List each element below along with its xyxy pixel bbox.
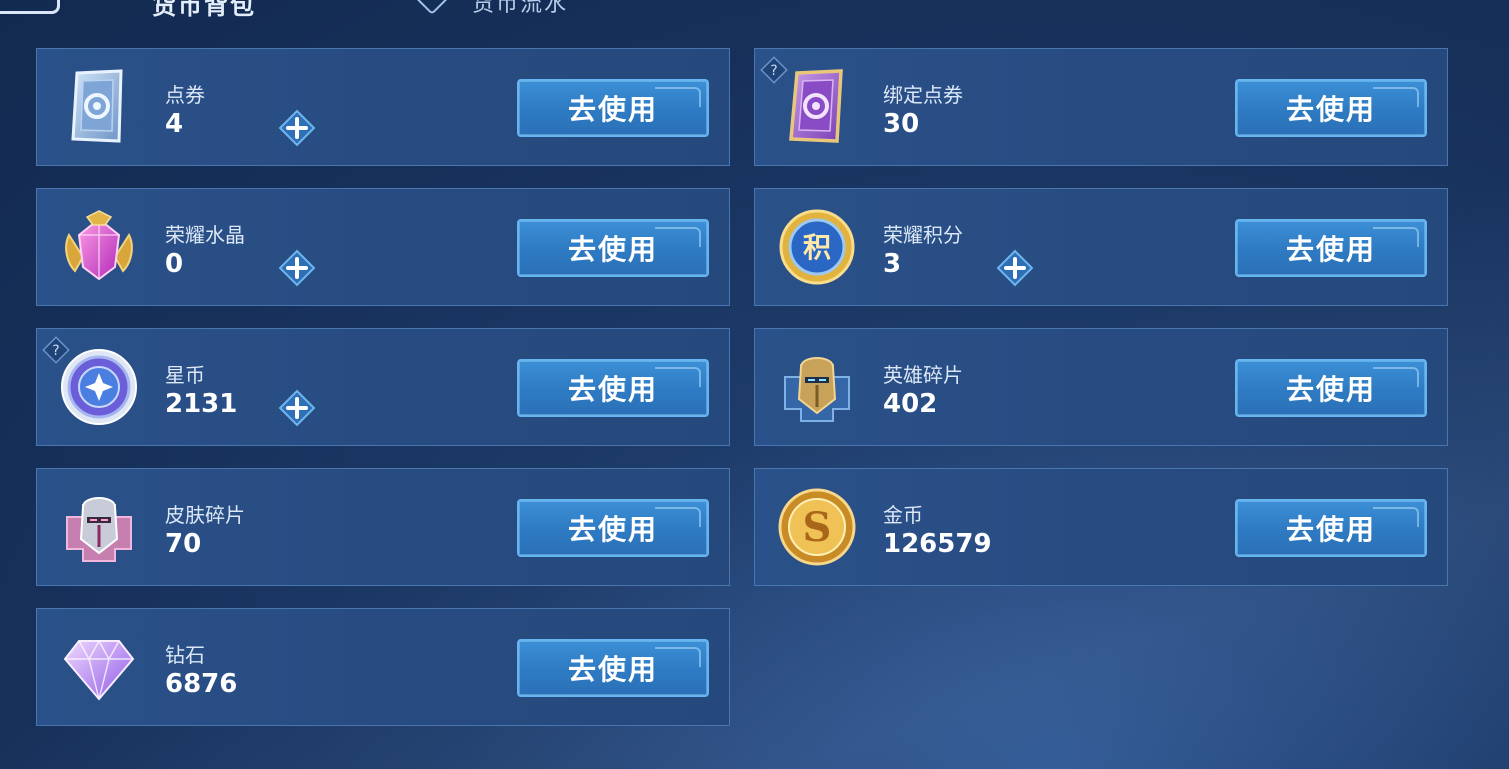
- recharge-plus-icon[interactable]: [277, 388, 317, 428]
- tab-currency-flow[interactable]: 货币流水: [472, 0, 568, 18]
- skin-fragment-icon: [66, 497, 132, 562]
- currency-label: 绑定点券: [883, 83, 963, 107]
- currency-card-bound-coupon: ? 绑定点券 30 去使用: [754, 48, 1448, 166]
- coupon-card-icon: [71, 69, 123, 143]
- currency-card-hero-fragment: 英雄碎片 402 去使用: [754, 328, 1448, 446]
- currency-card-coupon: 点券 4 去使用: [36, 48, 730, 166]
- button-sheen: [1373, 367, 1419, 387]
- tab-currency-wallet[interactable]: 货币背包: [152, 0, 256, 21]
- glory-crystal-icon: [65, 210, 133, 281]
- currency-amount: 126579: [883, 529, 992, 559]
- currency-amount: 0: [165, 249, 184, 279]
- currency-label: 点券: [165, 83, 205, 107]
- currency-amount: 30: [883, 109, 920, 139]
- glory-points-icon: 积: [779, 209, 855, 285]
- currency-card-gold-coin: S 金币 126579 去使用: [754, 468, 1448, 586]
- recharge-plus-icon[interactable]: [995, 248, 1035, 288]
- back-button[interactable]: [0, 0, 60, 14]
- use-button[interactable]: 去使用: [1235, 359, 1427, 417]
- currency-label: 英雄碎片: [883, 363, 963, 387]
- use-button[interactable]: 去使用: [1235, 219, 1427, 277]
- recharge-plus-icon[interactable]: [277, 248, 317, 288]
- currency-label: 钻石: [165, 643, 205, 667]
- use-button-label: 去使用: [1285, 93, 1376, 126]
- currency-card-star-coin: ? 星币 2131 去使用: [36, 328, 730, 446]
- top-bar: 货币背包 货币流水: [0, 0, 1509, 20]
- points-glyph: 积: [803, 231, 831, 264]
- currency-amount: 3: [883, 249, 902, 279]
- currency-card-glory-points: 积 荣耀积分 3 去使用: [754, 188, 1448, 306]
- use-button-label: 去使用: [567, 93, 658, 126]
- currency-card-glory-crystal: 荣耀水晶 0 去使用: [36, 188, 730, 306]
- use-button-label: 去使用: [1285, 233, 1376, 266]
- currency-card-skin-fragment: 皮肤碎片 70 去使用: [36, 468, 730, 586]
- use-button[interactable]: 去使用: [517, 639, 709, 697]
- currency-amount: 6876: [165, 669, 238, 699]
- currency-amount: 2131: [165, 389, 238, 419]
- currency-amount: 70: [165, 529, 202, 559]
- gold-glyph: S: [803, 504, 832, 551]
- button-sheen: [655, 367, 701, 387]
- use-button[interactable]: 去使用: [1235, 499, 1427, 557]
- button-sheen: [655, 227, 701, 247]
- star-coin-icon: [61, 349, 137, 425]
- use-button-label: 去使用: [1285, 373, 1376, 406]
- currency-label: 荣耀积分: [883, 223, 963, 247]
- use-button[interactable]: 去使用: [517, 219, 709, 277]
- currency-label: 皮肤碎片: [165, 503, 245, 527]
- recharge-plus-icon[interactable]: [277, 108, 317, 148]
- use-button[interactable]: 去使用: [1235, 79, 1427, 137]
- button-sheen: [655, 647, 701, 667]
- use-button-label: 去使用: [1285, 513, 1376, 546]
- hero-fragment-icon: [784, 357, 850, 422]
- button-sheen: [655, 87, 701, 107]
- button-sheen: [1373, 87, 1419, 107]
- currency-amount: 402: [883, 389, 938, 419]
- button-sheen: [1373, 227, 1419, 247]
- currency-label: 荣耀水晶: [165, 223, 245, 247]
- currency-amount: 4: [165, 109, 184, 139]
- button-sheen: [1373, 507, 1419, 527]
- use-button[interactable]: 去使用: [517, 79, 709, 137]
- currency-label: 金币: [883, 503, 923, 527]
- diamond-icon: [63, 639, 135, 701]
- use-button[interactable]: 去使用: [517, 359, 709, 417]
- button-sheen: [655, 507, 701, 527]
- use-button-label: 去使用: [567, 233, 658, 266]
- flow-icon: [415, 0, 449, 15]
- currency-card-diamond: 钻石 6876 去使用: [36, 608, 730, 726]
- use-button-label: 去使用: [567, 513, 658, 546]
- use-button-label: 去使用: [567, 653, 658, 686]
- use-button[interactable]: 去使用: [517, 499, 709, 557]
- currency-label: 星币: [165, 363, 205, 387]
- gold-coin-icon: S: [778, 488, 856, 566]
- use-button-label: 去使用: [567, 373, 658, 406]
- bound-coupon-card-icon: [789, 69, 843, 143]
